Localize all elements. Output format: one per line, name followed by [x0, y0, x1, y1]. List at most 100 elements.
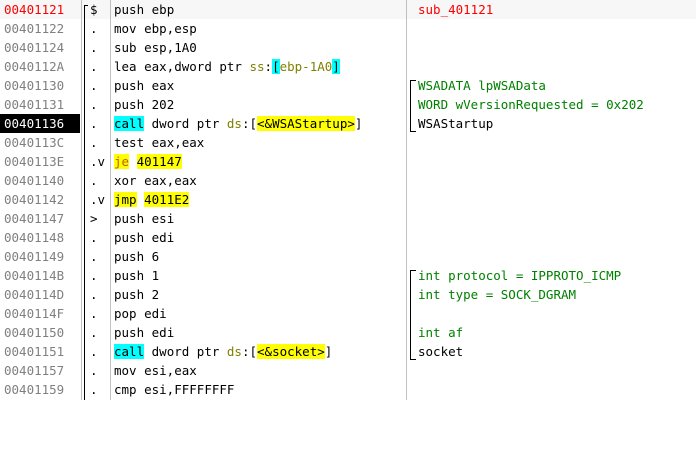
disasm-row-selected[interactable]: 00401136 . call dword ptr ds:[<&WSAStart…	[0, 114, 696, 133]
mnemonic: push	[114, 268, 145, 283]
address: 00401130	[4, 78, 65, 93]
branch-marker: .	[90, 306, 98, 321]
mnemonic: jmp	[114, 192, 137, 207]
operand-size: dword ptr	[174, 59, 250, 74]
disasm-row[interactable]: 00401149 . push 6	[0, 247, 696, 266]
operand: ebp,esp	[144, 21, 197, 36]
disasm-row[interactable]: 00401131 . push 202 WORD wVersionRequest…	[0, 95, 696, 114]
bracket: ]	[332, 59, 340, 74]
jump-target[interactable]: 401147	[136, 154, 182, 169]
mnemonic: xor	[114, 173, 137, 188]
disassembly-view[interactable]: 00401121 $ push ebp sub_401121 00401122 …	[0, 0, 696, 400]
mnemonic: push	[114, 97, 145, 112]
branch-marker: .	[90, 268, 98, 283]
bracket: ]	[354, 116, 363, 131]
disasm-row[interactable]: 00401121 $ push ebp sub_401121	[0, 0, 696, 19]
disasm-row[interactable]: 00401150 . push edi int af	[0, 323, 696, 342]
operand: eax,	[144, 59, 175, 74]
address: 0040114D	[4, 287, 65, 302]
operand: eax,eax	[151, 135, 205, 150]
comment: WSADATA lpWSAData	[418, 78, 546, 93]
operand: 202	[151, 97, 175, 112]
branch-marker: .	[90, 249, 98, 264]
operand: 2	[151, 287, 160, 302]
mnemonic: sub	[114, 40, 137, 55]
instruction: push edi	[114, 323, 406, 342]
address: 00401140	[4, 173, 65, 188]
operand: eax,eax	[144, 173, 197, 188]
disasm-row[interactable]: 00401147 > push esi	[0, 209, 696, 228]
mnemonic: push	[114, 78, 145, 93]
api-reference[interactable]: <&WSAStartup>	[257, 116, 355, 131]
address: 00401122	[4, 21, 65, 36]
branch-marker: .	[90, 21, 98, 36]
api-reference[interactable]: <&socket>	[257, 344, 325, 359]
comment: int protocol = IPPROTO_ICMP	[418, 268, 622, 283]
branch-marker: .	[90, 325, 98, 340]
colon: :	[241, 344, 250, 359]
instruction: push 202	[114, 95, 406, 114]
disasm-row[interactable]: 00401159 . cmp esi,FFFFFFFF	[0, 380, 696, 399]
address: 00401136	[0, 114, 80, 133]
disasm-row[interactable]: 0040113C . test eax,eax	[0, 133, 696, 152]
instruction: mov esi,eax	[114, 361, 406, 380]
argument-brace	[410, 270, 416, 360]
instruction: push 6	[114, 247, 406, 266]
column-divider	[110, 0, 111, 400]
column-divider	[81, 0, 82, 400]
instruction: cmp esi,FFFFFFFF	[114, 380, 406, 399]
disasm-row[interactable]: 00401124 . sub esp,1A0	[0, 38, 696, 57]
operand: 1	[151, 268, 160, 283]
disasm-row[interactable]: 0040114F . pop edi	[0, 304, 696, 323]
operand: edi	[151, 230, 175, 245]
disasm-row[interactable]: 00401148 . push edi	[0, 228, 696, 247]
address: 00401142	[4, 192, 65, 207]
disasm-row[interactable]: 00401140 . xor eax,eax	[0, 171, 696, 190]
mnemonic: push	[114, 325, 145, 340]
mnemonic: pop	[114, 306, 137, 321]
instruction: push edi	[114, 228, 406, 247]
instruction: push 2	[114, 285, 406, 304]
disasm-row[interactable]: 00401157 . mov esi,eax	[0, 361, 696, 380]
mnemonic: call	[114, 116, 145, 131]
operand-size: dword ptr	[151, 344, 227, 359]
instruction: lea eax,dword ptr ss:[ebp-1A0]	[114, 57, 406, 76]
branch-marker: .	[90, 59, 98, 74]
mnemonic: lea	[114, 59, 137, 74]
branch-marker: .	[90, 363, 98, 378]
comment: WSAStartup	[418, 116, 494, 131]
branch-marker: .v	[90, 154, 106, 169]
address: 00401131	[4, 97, 65, 112]
disasm-row[interactable]: 0040114D . push 2 int type = SOCK_DGRAM	[0, 285, 696, 304]
mnemonic: call	[114, 344, 145, 359]
bracket: [	[249, 116, 258, 131]
operand-size: dword ptr	[151, 116, 227, 131]
address: 00401151	[4, 344, 65, 359]
disasm-row[interactable]: 00401151 . call dword ptr ds:[<&socket>]…	[0, 342, 696, 361]
branch-marker: .	[90, 230, 98, 245]
disasm-row[interactable]: 00401142 .v jmp 4011E2	[0, 190, 696, 209]
jump-target[interactable]: 4011E2	[144, 192, 190, 207]
address: 00401121	[4, 2, 65, 17]
branch-marker: .	[90, 382, 98, 397]
bracket: [	[272, 59, 280, 74]
mnemonic: test	[114, 135, 145, 150]
address: 0040113C	[4, 135, 65, 150]
disasm-row[interactable]: 0040113E .v je 401147	[0, 152, 696, 171]
colon: :	[264, 59, 273, 74]
disasm-row[interactable]: 0040114B . push 1 int protocol = IPPROTO…	[0, 266, 696, 285]
disasm-row[interactable]: 00401122 . mov ebp,esp	[0, 19, 696, 38]
branch-marker: .	[90, 116, 98, 131]
mnemonic: push	[114, 249, 145, 264]
instruction: mov ebp,esp	[114, 19, 406, 38]
bracket: ]	[324, 344, 333, 359]
segment: ds	[226, 116, 242, 131]
disasm-row[interactable]: 00401130 . push eax WSADATA lpWSAData	[0, 76, 696, 95]
disasm-row[interactable]: 0040112A . lea eax,dword ptr ss:[ebp-1A0…	[0, 57, 696, 76]
mnemonic: je	[114, 154, 130, 169]
mnemonic: mov	[114, 363, 137, 378]
operand: esi	[151, 211, 175, 226]
instruction: xor eax,eax	[114, 171, 406, 190]
address: 00401124	[4, 40, 65, 55]
comment: socket	[418, 344, 464, 359]
